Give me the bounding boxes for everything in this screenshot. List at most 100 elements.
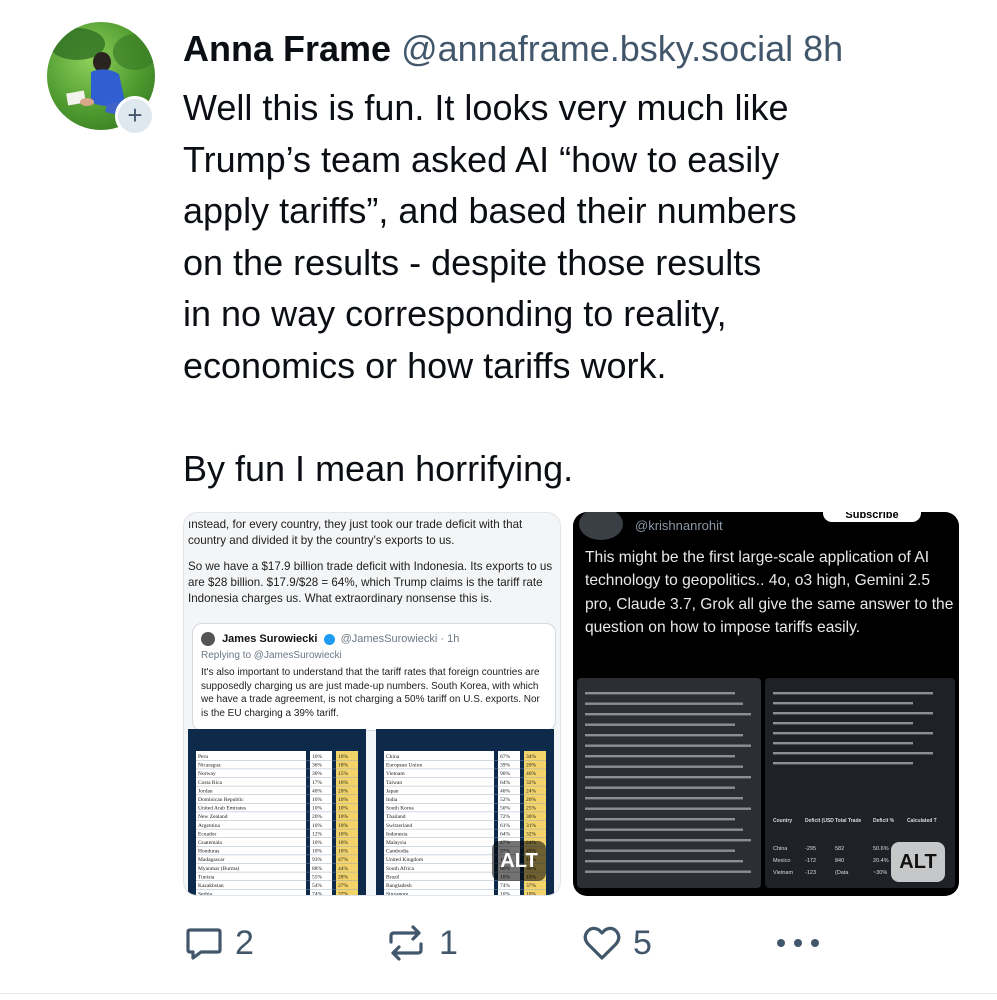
table-charged-cell: 39% [500, 763, 511, 769]
table-charged-cell: 55% [312, 874, 323, 880]
table-reciprocal-cell: 36% [526, 814, 537, 820]
author-display-name[interactable]: Anna Frame [183, 28, 391, 69]
alt-badge[interactable]: ALT [492, 841, 546, 881]
table-reciprocal-cell: 10% [338, 806, 349, 812]
ai-table-cell: 582 [835, 846, 844, 852]
table-country-cell: Argentina [198, 823, 220, 829]
quoted-tweet-header: James Surowiecki @JamesSurowiecki · 1h [201, 632, 459, 646]
author-handle[interactable]: @annaframe.bsky.social [401, 28, 793, 69]
ai-answer-text-line [585, 870, 751, 873]
table-reciprocal-cell: 26% [526, 797, 537, 803]
ai-answer-text-line [773, 752, 933, 755]
quoted-author-handle: @JamesSurowiecki · 1h [340, 632, 460, 645]
table-charged-cell: 50% [500, 806, 511, 812]
ai-table-cell: 50.6% [873, 846, 889, 852]
table-country-cell: Tunisia [198, 874, 215, 880]
post-text-line: in no way corresponding to reality, [183, 293, 727, 334]
table-reciprocal-cell: 28% [338, 874, 349, 880]
table-country-cell: South Africa [386, 865, 415, 872]
table-reciprocal-cell: 24% [526, 788, 537, 794]
quoted-avatar [201, 632, 215, 646]
table-charged-cell: 74% [312, 892, 323, 896]
follow-button[interactable]: + [115, 96, 155, 136]
table-reciprocal-cell: 37% [338, 892, 349, 896]
table-charged-cell: 64% [500, 780, 511, 786]
ai-answer-text-line [585, 755, 735, 758]
ai-table-cell: 20.4% [873, 858, 889, 864]
ai-answer-text-line [585, 702, 743, 705]
ai-answer-text-line [585, 713, 751, 716]
table-country-cell: United Arab Emirates [198, 806, 246, 812]
table-country-cell: Cambodia [386, 849, 409, 855]
repost-button[interactable]: 1 [383, 920, 458, 966]
table-reciprocal-cell: 34% [526, 754, 537, 760]
table-reciprocal-cell: 10% [338, 754, 349, 760]
post-text-line: By fun I mean horrifying. [183, 447, 574, 489]
table-country-cell: New Zealand [198, 814, 228, 820]
media-image-right[interactable]: Subscribe @krishnanrohit This might be t… [573, 512, 959, 896]
quoted-body: It's also important to understand that t… [201, 667, 540, 719]
table-country-cell: Honduras [198, 849, 219, 855]
table-charged-cell: 10% [312, 754, 323, 760]
table-country-cell: Vietnam [386, 771, 405, 777]
ai-answer-text-line [773, 742, 913, 745]
table-reciprocal-cell: 20% [338, 788, 349, 794]
table-country-cell: Costa Rica [198, 780, 223, 786]
table-reciprocal-cell: 25% [526, 806, 537, 812]
ai-table-cell: -123 [805, 870, 816, 876]
post-divider [0, 993, 997, 994]
ai-answer-text-line [585, 734, 743, 737]
table-country-cell: Japan [386, 788, 399, 794]
ai-answer-text-line [585, 828, 743, 831]
ai-answer-text-line [773, 702, 913, 705]
repost-count: 1 [439, 923, 458, 962]
verified-badge-icon [323, 633, 335, 645]
table-charged-cell: 61% [500, 823, 511, 829]
media-image-left[interactable]: ınstead, for every country, they just to… [183, 512, 561, 896]
table-charged-cell: 20% [312, 814, 323, 820]
table-country-cell: Malaysia [386, 840, 407, 846]
table-reciprocal-cell: 10% [338, 780, 349, 786]
ai-answer-text-line [585, 860, 743, 863]
table-charged-cell: 46% [500, 788, 511, 794]
ai-answer-text-line [585, 849, 735, 852]
reply-button[interactable]: 2 [183, 920, 254, 966]
action-bar: 2 1 5 [183, 920, 833, 966]
ai-answer-text-line [585, 692, 735, 695]
ai-answer-text-line [773, 732, 933, 735]
ai-table-cell: 840 [835, 858, 844, 864]
table-country-cell: Myanmar (Burma) [198, 865, 240, 872]
quoted-tweet: James Surowiecki @JamesSurowiecki · 1h R… [192, 623, 556, 731]
table-reciprocal-cell: 18% [338, 763, 349, 769]
screenshot-paragraph: So we have a $17.9 billion trade deficit… [188, 560, 553, 605]
like-button[interactable]: 5 [581, 920, 652, 966]
post-text: Well this is fun. It looks very much lik… [183, 82, 963, 494]
ai-table-cell: Vietnam [773, 870, 793, 876]
table-charged-cell: 17% [312, 780, 323, 786]
table-country-cell: Ecuador [198, 831, 216, 837]
table-charged-cell: 88% [312, 866, 323, 872]
table-charged-cell: 64% [500, 831, 511, 837]
table-charged-cell: 10% [312, 840, 323, 846]
table-reciprocal-cell: 32% [526, 780, 537, 786]
post-text-line: Well this is fun. It looks very much lik… [183, 87, 789, 128]
table-reciprocal-cell: 31% [526, 823, 537, 829]
screenshot-avatar [579, 512, 623, 540]
table-country-cell: Dominican Republic [198, 797, 244, 803]
post-header: Anna Frame @annaframe.bsky.social 8h [183, 24, 973, 74]
ai-answer-text-line [585, 776, 751, 779]
table-charged-cell: 10% [312, 849, 323, 855]
more-dots-icon [777, 939, 819, 947]
table-charged-cell: 10% [312, 806, 323, 812]
ai-answer-text-line [585, 786, 735, 789]
heart-icon [583, 926, 621, 960]
table-charged-cell: 12% [312, 831, 323, 837]
post-timestamp[interactable]: 8h [803, 28, 843, 69]
table-reciprocal-cell: 37% [526, 883, 537, 889]
table-reciprocal-cell: 46% [526, 771, 537, 777]
table-country-cell: United Kingdom [386, 857, 424, 863]
alt-badge[interactable]: ALT [891, 842, 945, 882]
screenshot-paragraph: ınstead, for every country, they just to… [188, 518, 523, 547]
more-options-button[interactable] [775, 920, 831, 966]
